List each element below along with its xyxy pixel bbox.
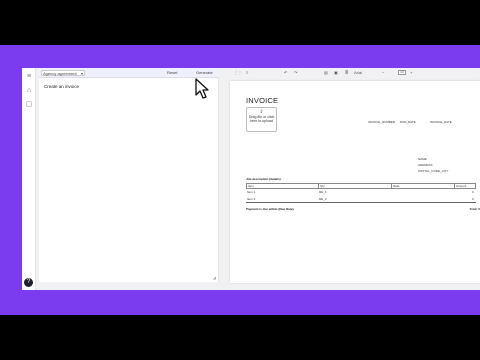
decrease-size-icon[interactable]: −	[382, 71, 384, 75]
text-style-icon[interactable]: ≡	[246, 71, 248, 75]
invoice-document: INVOICE INVOICE_NUMBER DUE_DATE INVOICE_…	[230, 81, 480, 283]
column-header-item[interactable]: Item	[247, 184, 319, 188]
document-toolbar: ⋮⋮ ≡ ↶ ↷ ▤ ▣ ≣ Arial − 10 +	[232, 68, 480, 78]
prompt-editor-panel: Agency agreement ▾ Reset Generate Create…	[39, 68, 219, 282]
reset-button[interactable]: Reset	[167, 70, 177, 76]
agent-type-select[interactable]: Agency agreement ▾	[41, 70, 85, 76]
upload-dropzone[interactable]: ⇪ Drag file or click here to upload	[246, 107, 277, 132]
font-size-input[interactable]: 10	[398, 70, 406, 75]
column-header-rate[interactable]: Rate	[392, 184, 455, 188]
home-icon[interactable]: ⌂	[25, 87, 33, 95]
undo-icon[interactable]: ↶	[284, 71, 287, 75]
prompt-input[interactable]: Create an invoice	[44, 84, 79, 89]
invoice-title[interactable]: INVOICE	[246, 96, 278, 105]
payment-terms[interactable]: Payment is due within {Due Date}	[246, 207, 294, 211]
redo-icon[interactable]: ↷	[294, 71, 297, 75]
print-icon[interactable]: ▤	[324, 71, 328, 75]
font-select[interactable]: Arial	[354, 71, 362, 75]
row-amount[interactable]: 0	[472, 189, 474, 195]
row-qty[interactable]: RE_1	[319, 189, 327, 195]
increase-size-icon[interactable]: +	[410, 71, 412, 75]
invoice-number-field[interactable]: INVOICE_NUMBER	[368, 120, 395, 124]
address-postal[interactable]: POSTAL_CODE_CITY	[418, 168, 448, 174]
help-icon[interactable]: ?	[24, 278, 33, 287]
left-rail: ≡ ⌂ ▢ ?	[22, 68, 36, 290]
agent-type-value: Agency agreement	[43, 71, 77, 76]
video-frame: ≡ ⌂ ▢ ? Agency agreement ▾ Reset Generat…	[0, 0, 480, 360]
resize-handle-icon[interactable]: ◢	[213, 275, 216, 280]
table-row: Item 1 RE_1 0	[246, 189, 476, 195]
mouse-cursor-icon	[195, 78, 209, 99]
divider	[246, 202, 476, 203]
address-block: NAME ADDRESS POSTAL_CODE_CITY	[418, 156, 448, 174]
document-icon[interactable]: ▢	[25, 101, 33, 109]
generate-button[interactable]: Generate	[196, 70, 213, 76]
image-icon[interactable]: ▣	[334, 71, 338, 75]
total-amount[interactable]: Total: 0	[470, 207, 480, 211]
column-header-amount[interactable]: Amount	[455, 184, 475, 188]
column-header-qty[interactable]: Qty	[319, 184, 392, 188]
menu-icon[interactable]: ≡	[25, 73, 33, 81]
job-description-label[interactable]: Job description (details)	[246, 177, 281, 181]
due-date-field[interactable]: DUE_DATE	[400, 120, 416, 124]
drag-handle-icon[interactable]: ⋮⋮	[234, 71, 242, 75]
chevron-down-icon: ▾	[80, 71, 83, 76]
upload-text: Drag file or click here to upload	[248, 115, 275, 124]
text-align-icon[interactable]: ≣	[345, 71, 348, 75]
row-item[interactable]: Item 1	[247, 189, 255, 195]
app-window: ≡ ⌂ ▢ ? Agency agreement ▾ Reset Generat…	[22, 68, 480, 290]
editor-toolbar: Agency agreement ▾ Reset Generate	[39, 68, 219, 78]
invoice-date-field[interactable]: INVOICE_DATE	[430, 120, 452, 124]
